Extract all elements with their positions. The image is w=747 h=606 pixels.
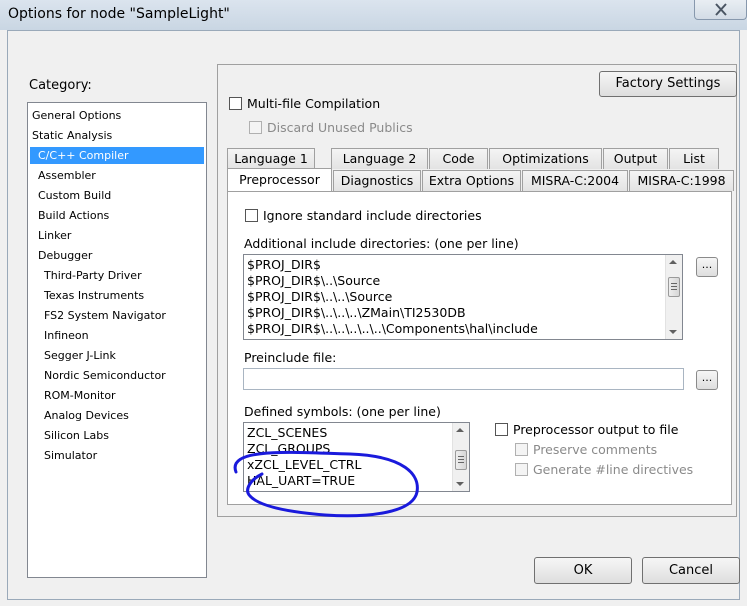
- multi-file-checkbox[interactable]: [229, 97, 242, 110]
- include-dir-line: $PROJ_DIR$\..\..\..\..\..\Components\hal…: [247, 321, 538, 336]
- category-item[interactable]: Nordic Semiconductor: [30, 367, 204, 384]
- include-dirs-label: Additional include directories: (one per…: [244, 236, 519, 251]
- include-dir-line: $PROJ_DIR$: [247, 257, 321, 272]
- scroll-up-icon[interactable]: [669, 260, 677, 264]
- category-item-label: Segger J-Link: [44, 349, 116, 362]
- discard-unused-label: Discard Unused Publics: [267, 120, 413, 135]
- generate-line-label: Generate #line directives: [533, 462, 694, 477]
- category-item-label: Debugger: [38, 249, 93, 262]
- defined-symbol-line: ZCL_SCENES: [247, 425, 328, 440]
- category-item[interactable]: Silicon Labs: [30, 427, 204, 444]
- tab-misra-c-2004[interactable]: MISRA-C:2004: [522, 170, 628, 191]
- category-item[interactable]: Assembler: [30, 167, 204, 184]
- category-item-label: Assembler: [38, 169, 96, 182]
- cancel-button[interactable]: Cancel: [642, 557, 740, 584]
- preprocessor-output-label: Preprocessor output to file: [513, 422, 679, 437]
- defined-symbols-textbox[interactable]: ZCL_SCENES ZCL_GROUPS xZCL_LEVEL_CTRL HAL_U…: [243, 422, 470, 492]
- tab-diagnostics[interactable]: Diagnostics: [333, 170, 421, 191]
- tab-list[interactable]: List: [669, 148, 719, 169]
- preprocessor-output-checkbox[interactable]: [495, 423, 508, 436]
- tab-preprocessor[interactable]: Preprocessor: [227, 168, 332, 191]
- preserve-comments-checkbox[interactable]: [515, 443, 528, 456]
- scroll-thumb[interactable]: [455, 450, 467, 470]
- tab-optimizations[interactable]: Optimizations: [489, 148, 602, 169]
- category-item[interactable]: Linker: [30, 227, 204, 244]
- category-item-label: ROM-Monitor: [44, 389, 116, 402]
- category-item[interactable]: Third-Party Driver: [30, 267, 204, 284]
- scroll-up-icon[interactable]: [456, 428, 464, 432]
- preinclude-input[interactable]: [243, 368, 684, 390]
- scroll-down-icon[interactable]: [669, 330, 677, 334]
- category-item[interactable]: ROM-Monitor: [30, 387, 204, 404]
- defined-symbol-line: xZCL_LEVEL_CTRL: [247, 457, 362, 472]
- category-item-label: Static Analysis: [32, 129, 113, 142]
- tab-language-1[interactable]: Language 1: [227, 148, 315, 169]
- category-item[interactable]: Custom Build: [30, 187, 204, 204]
- include-dir-line: $PROJ_DIR$\..\..\..\ZMain\TI2530DB: [247, 305, 466, 320]
- close-icon: [715, 3, 727, 16]
- defined-symbol-line: ZCL_GROUPS: [247, 441, 331, 456]
- category-item-label: Infineon: [44, 329, 89, 342]
- include-dirs-browse-button[interactable]: ...: [696, 257, 718, 277]
- category-item[interactable]: Simulator: [30, 447, 204, 464]
- ignore-std-include-checkbox[interactable]: [245, 209, 258, 222]
- include-dirs-textbox[interactable]: $PROJ_DIR$ $PROJ_DIR$\..\Source $PROJ_DIR$…: [243, 254, 683, 340]
- window-title: Options for node "SampleLight": [8, 6, 230, 22]
- title-bar: Options for node "SampleLight": [0, 0, 747, 30]
- category-item-label: C/C++ Compiler: [38, 149, 129, 162]
- options-dialog: Options for node "SampleLight" Category:…: [0, 0, 747, 606]
- category-item[interactable]: General Options: [30, 107, 204, 124]
- category-item-label: Silicon Labs: [44, 429, 109, 442]
- category-item-label: Linker: [38, 229, 72, 242]
- preserve-comments-label: Preserve comments: [533, 442, 658, 457]
- category-list[interactable]: General Options Static Analysis C/C++ Comp…: [27, 102, 207, 578]
- tab-code[interactable]: Code: [429, 148, 488, 169]
- tab-misra-c-1998[interactable]: MISRA-C:1998: [629, 170, 734, 191]
- preinclude-browse-button[interactable]: ...: [696, 370, 718, 390]
- preinclude-label: Preinclude file:: [244, 350, 337, 365]
- category-item-label: Texas Instruments: [44, 289, 145, 302]
- include-dir-line: $PROJ_DIR$\..\..\Source: [247, 289, 393, 304]
- multi-file-label: Multi-file Compilation: [247, 96, 381, 111]
- category-item[interactable]: Analog Devices: [30, 407, 204, 424]
- category-item-label: Custom Build: [38, 189, 112, 202]
- category-item-label: Simulator: [44, 449, 98, 462]
- tab-language-2[interactable]: Language 2: [331, 148, 428, 169]
- scroll-down-icon[interactable]: [456, 482, 464, 486]
- scroll-thumb[interactable]: [668, 277, 680, 297]
- category-item[interactable]: Infineon: [30, 327, 204, 344]
- factory-settings-button[interactable]: Factory Settings: [599, 71, 737, 97]
- defined-symbol-line: HAL_UART=TRUE: [247, 473, 356, 488]
- ok-button[interactable]: OK: [534, 557, 632, 584]
- category-item-label: Analog Devices: [44, 409, 129, 422]
- generate-line-checkbox[interactable]: [515, 463, 528, 476]
- close-button[interactable]: [694, 0, 747, 20]
- include-dir-line: $PROJ_DIR$\..\Source: [247, 273, 381, 288]
- category-item[interactable]: Build Actions: [30, 207, 204, 224]
- tab-extra-options[interactable]: Extra Options: [422, 170, 521, 191]
- include-dirs-scrollbar[interactable]: [665, 255, 682, 339]
- category-item[interactable]: FS2 System Navigator: [30, 307, 204, 324]
- category-item[interactable]: Static Analysis: [30, 127, 204, 144]
- category-item-label: Build Actions: [38, 209, 110, 222]
- category-item[interactable]: C/C++ Compiler: [30, 147, 204, 164]
- defined-symbols-scrollbar[interactable]: [452, 423, 469, 491]
- ignore-std-include-label: Ignore standard include directories: [263, 208, 482, 223]
- category-item[interactable]: Texas Instruments: [30, 287, 204, 304]
- tab-output[interactable]: Output: [603, 148, 668, 169]
- category-label: Category:: [29, 78, 92, 93]
- category-item-label: FS2 System Navigator: [44, 309, 166, 322]
- category-item[interactable]: Segger J-Link: [30, 347, 204, 364]
- category-item-label: General Options: [32, 109, 122, 122]
- category-item-label: Nordic Semiconductor: [44, 369, 166, 382]
- category-item[interactable]: Debugger: [30, 247, 204, 264]
- category-item-label: Third-Party Driver: [44, 269, 142, 282]
- defined-symbols-label: Defined symbols: (one per line): [244, 404, 441, 419]
- discard-unused-checkbox[interactable]: [249, 121, 262, 134]
